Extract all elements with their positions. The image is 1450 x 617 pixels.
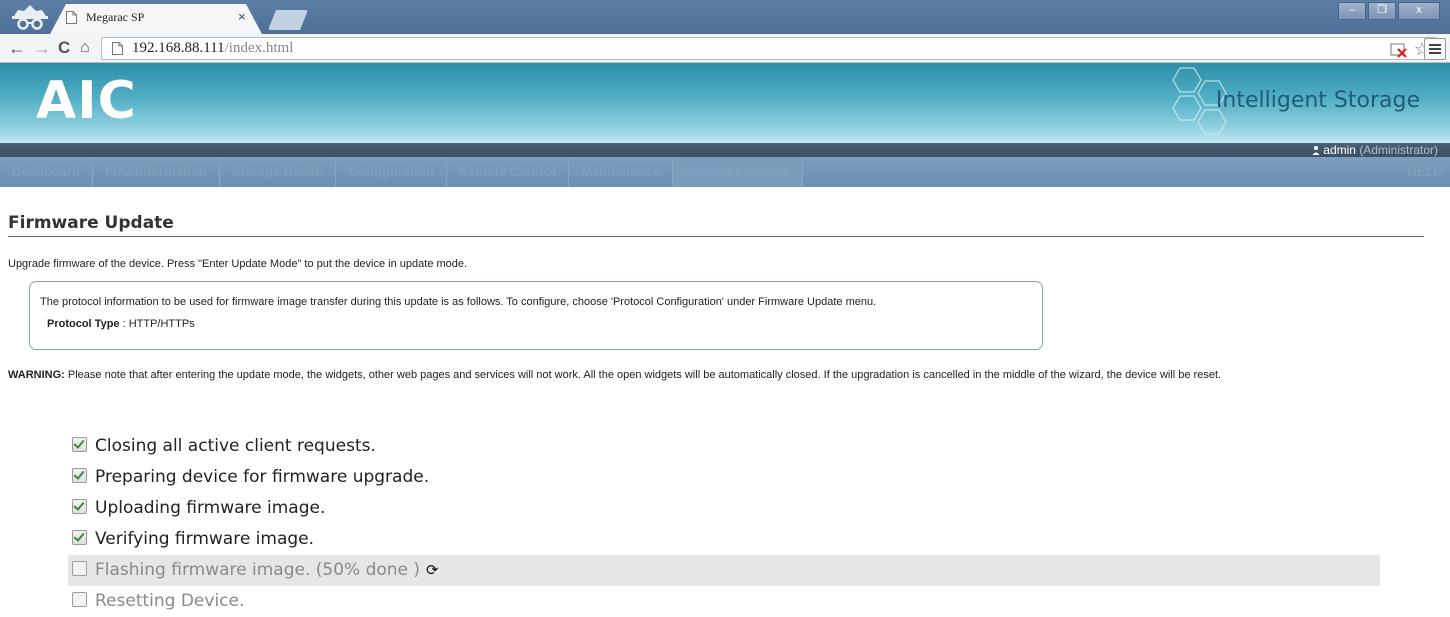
step-label: Verifying firmware image.: [95, 529, 315, 549]
warning-label: WARNING:: [8, 369, 65, 381]
step-verifying-image: Verifying firmware image.: [68, 524, 1380, 555]
step-closing-requests: Closing all active client requests.: [68, 431, 1380, 462]
app-banner: AIC Intelligent Storage: [0, 63, 1450, 143]
protocol-info-text: The protocol information to be used for …: [40, 296, 877, 308]
protocol-type-label: Protocol Type: [47, 318, 120, 330]
update-steps-list: Closing all active client requests. Prep…: [68, 431, 1380, 617]
page-icon: [112, 42, 123, 55]
nav-item-firmware-update[interactable]: Firmware Update: [672, 157, 804, 187]
nav-item-dashboard[interactable]: Dashboard: [0, 157, 93, 187]
step-label: Preparing device for firmware upgrade.: [95, 467, 430, 487]
user-icon: [1312, 146, 1320, 155]
step-checkbox-icon: [72, 561, 87, 576]
browser-tab[interactable]: [50, 4, 262, 34]
browser-tab-strip: Megarac SP × – ❐ x: [0, 0, 1450, 34]
step-checkbox-icon: [72, 530, 87, 545]
refresh-spinner-icon: ⟳: [426, 561, 439, 579]
popup-blocked-icon[interactable]: [1390, 42, 1408, 58]
nav-item-maintenance[interactable]: Maintenance: [569, 157, 673, 187]
address-bar[interactable]: 192.168.88.111/index.html ☆: [101, 37, 1437, 60]
step-checkbox-icon: [72, 499, 87, 514]
user-info: admin (Administrator): [1312, 143, 1438, 157]
nav-item-fru-information[interactable]: FRU Information: [93, 157, 220, 187]
step-checkbox-icon: [72, 592, 87, 607]
forward-arrow-icon[interactable]: →: [33, 38, 51, 58]
brand-logo: AIC: [36, 71, 137, 131]
protocol-info-box: The protocol information to be used for …: [29, 281, 1043, 350]
user-bar: admin (Administrator): [0, 143, 1450, 157]
main-nav: Dashboard FRU Information Storage Health…: [0, 157, 1450, 187]
url-path: /index.html: [224, 40, 294, 56]
window-controls: – ❐ x: [1338, 2, 1440, 20]
nav-item-configuration[interactable]: Configuration: [336, 157, 447, 187]
step-checkbox-icon: [72, 468, 87, 483]
tab-title: Megarac SP: [86, 10, 145, 24]
menu-icon[interactable]: [1424, 38, 1446, 60]
close-tab-icon[interactable]: ×: [238, 9, 246, 24]
step-label: Resetting Device.: [95, 591, 245, 611]
nav-item-storage-health[interactable]: Storage Health: [220, 157, 337, 187]
step-checkbox-icon: [72, 437, 87, 452]
minimize-button[interactable]: –: [1338, 2, 1366, 20]
step-label: Uploading firmware image.: [95, 498, 326, 518]
home-icon[interactable]: ⌂: [80, 38, 90, 58]
help-link[interactable]: HELP: [1407, 157, 1442, 187]
title-divider: [8, 236, 1424, 237]
protocol-type-row: Protocol Type : HTTP/HTTPs: [47, 318, 195, 330]
back-arrow-icon[interactable]: ←: [8, 38, 26, 58]
intro-text: Upgrade firmware of the device. Press "E…: [8, 258, 468, 270]
url-host: 192.168.88.111: [132, 40, 225, 56]
brand-tagline: Intelligent Storage: [1215, 88, 1420, 113]
step-flashing-image: Flashing firmware image. (50% done ) ⟳: [68, 555, 1380, 586]
page-icon: [66, 11, 77, 24]
reload-icon[interactable]: C: [58, 38, 70, 58]
step-label: Flashing firmware image. (50% done ): [95, 560, 421, 580]
new-tab-button[interactable]: [268, 10, 308, 30]
step-resetting-device: Resetting Device.: [68, 586, 1380, 617]
step-uploading-image: Uploading firmware image.: [68, 493, 1380, 524]
user-name[interactable]: admin: [1323, 143, 1356, 157]
browser-toolbar: ← → C ⌂ 192.168.88.111/index.html ☆: [0, 34, 1450, 63]
url-text: 192.168.88.111/index.html: [132, 40, 293, 57]
page-title: Firmware Update: [8, 213, 174, 233]
warning-text: Please note that after entering the upda…: [64, 369, 1222, 381]
step-label: Closing all active client requests.: [95, 436, 376, 456]
restore-button[interactable]: ❐: [1368, 2, 1396, 20]
user-role: (Administrator): [1359, 143, 1438, 157]
close-window-button[interactable]: x: [1398, 2, 1440, 20]
warning-message: WARNING: Please note that after entering…: [8, 369, 1428, 382]
step-preparing-device: Preparing device for firmware upgrade.: [68, 462, 1380, 493]
incognito-icon: [12, 5, 48, 30]
nav-item-remote-control[interactable]: Remote Control: [447, 157, 570, 187]
protocol-type-value: : HTTP/HTTPs: [119, 318, 195, 330]
